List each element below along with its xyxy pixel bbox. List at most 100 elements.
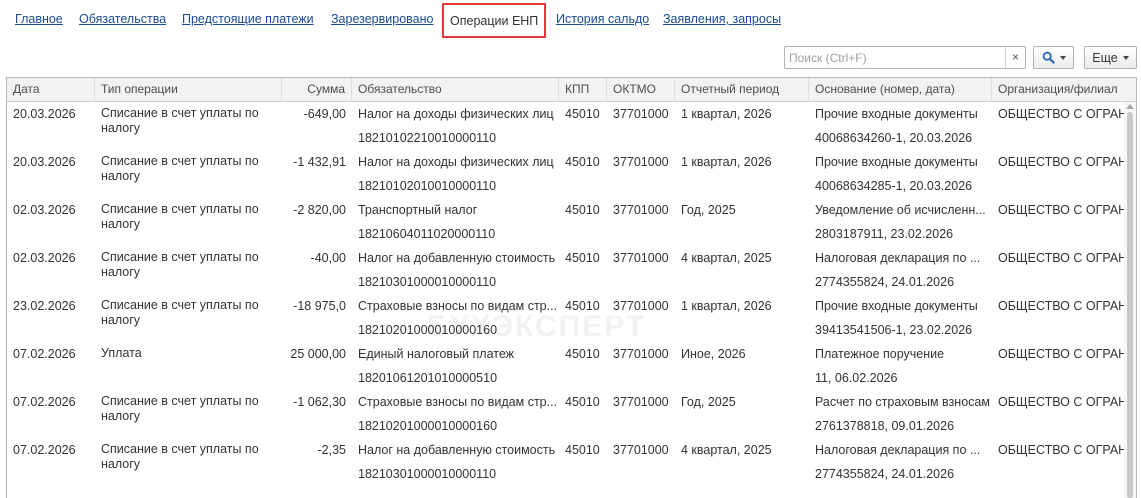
cell-operation-type-text: Уплата [101, 346, 142, 360]
cell-organization: ОБЩЕСТВО С ОГРАНИ [992, 102, 1125, 150]
cell-obligation-subtext: 18210102010010000110 [358, 179, 497, 193]
cell-organization: ОБЩЕСТВО С ОГРАНИ [992, 198, 1125, 246]
tab-reserved[interactable]: Зарезервировано [331, 12, 433, 26]
table-row[interactable]: 07.02.2026 Уплата 25 000,00 Единый налоговы… [7, 342, 1125, 390]
clear-search-button[interactable]: × [1005, 47, 1025, 68]
column-header-oktmo[interactable]: ОКТМО [607, 78, 675, 102]
cell-obligation-subtext: 18210201000010000160 [358, 323, 498, 337]
cell-date: 07.02.2026 [7, 390, 95, 438]
cell-operation-type-text: Списание в счет уплаты по налогу [101, 394, 259, 423]
cell-operation-type: Списание в счет уплаты по налогу [95, 438, 282, 486]
cell-obligation: Налог на доходы физических лиц 1821010221… [352, 102, 559, 150]
cell-kpp: 45010 [559, 294, 607, 342]
search-input[interactable] [785, 47, 1005, 68]
cell-sum-text: 25 000,00 [290, 347, 346, 361]
cell-sum-text: -2 820,00 [293, 203, 346, 217]
chevron-down-icon [1059, 55, 1066, 60]
cell-basis: Платежное поручение 11, 06.02.2026 [809, 342, 992, 390]
column-header-operation-type[interactable]: Тип операции [95, 78, 282, 102]
cell-obligation: Страховые взносы по видам стр... 18210201… [352, 294, 559, 342]
cell-basis-text: Прочие входные документы [815, 299, 978, 313]
tab-balance-history[interactable]: История сальдо [556, 12, 649, 26]
cell-obligation: Единый налоговый платеж 18201061201010000… [352, 342, 559, 390]
find-button[interactable] [1033, 46, 1074, 69]
tab-requests[interactable]: Заявления, запросы [663, 12, 781, 26]
cell-reporting-period-text: 1 квартал, 2026 [681, 155, 772, 169]
cell-sum-text: -649,00 [303, 107, 346, 121]
tab-obligations[interactable]: Обязательства [79, 12, 166, 26]
table-row[interactable]: 20.03.2026 Списание в счет уплаты по нало… [7, 102, 1125, 150]
tab-upcoming-payments[interactable]: Предстоящие платежи [182, 12, 314, 26]
cell-oktmo: 37701000 [607, 342, 675, 390]
cell-operation-type: Списание в счет уплаты по налогу [95, 102, 282, 150]
cell-oktmo: 37701000 [607, 390, 675, 438]
cell-date-text: 20.03.2026 [13, 155, 76, 169]
cell-obligation-subtext: 18210604011020000110 [358, 227, 496, 241]
cell-kpp-text: 45010 [565, 299, 600, 313]
cell-basis-text: Прочие входные документы [815, 107, 978, 121]
table-row[interactable]: 20.03.2026 Списание в счет уплаты по нало… [7, 150, 1125, 198]
cell-sum: -2 820,00 [282, 198, 352, 246]
cell-organization-text: ОБЩЕСТВО С ОГРАНИ [998, 299, 1125, 313]
cell-operation-type-text: Списание в счет уплаты по налогу [101, 202, 259, 231]
tab-main[interactable]: Главное [15, 12, 63, 26]
cell-basis-subtext: 2774355824, 24.01.2026 [815, 275, 955, 289]
tab-enp-operations[interactable]: Операции ЕНП [442, 3, 547, 38]
cell-reporting-period: 1 квартал, 2026 [675, 150, 809, 198]
cell-operation-type-text: Списание в счет уплаты по налогу [101, 250, 259, 279]
cell-operation-type-text: Списание в счет уплаты по налогу [101, 154, 259, 183]
cell-sum-text: -2,35 [317, 443, 347, 457]
scrollbar-thumb[interactable] [1127, 112, 1133, 498]
cell-obligation-subtext: 18210102210010000110 [358, 131, 497, 145]
cell-date: 07.02.2026 [7, 438, 95, 486]
cell-organization-text: ОБЩЕСТВО С ОГРАНИ [998, 443, 1125, 457]
table-row[interactable]: 07.02.2026 Списание в счет уплаты по нало… [7, 438, 1125, 486]
cell-basis-text: Платежное поручение [815, 347, 945, 361]
table-row[interactable]: 07.02.2026 Списание в счет уплаты по нало… [7, 390, 1125, 438]
more-button[interactable]: Еще [1084, 46, 1137, 69]
cell-date-text: 07.02.2026 [13, 395, 76, 409]
table-row[interactable]: 02.03.2026 Списание в счет уплаты по нало… [7, 198, 1125, 246]
table-row[interactable]: 02.03.2026 Списание в счет уплаты по нало… [7, 246, 1125, 294]
cell-basis: Прочие входные документы 39413541506-1, 2… [809, 294, 992, 342]
cell-basis: Налоговая декларация по ... 2774355824, 2… [809, 438, 992, 486]
cell-kpp-text: 45010 [565, 251, 600, 265]
cell-kpp: 45010 [559, 102, 607, 150]
cell-obligation-text: Транспортный налог [358, 203, 478, 217]
column-header-organization[interactable]: Организация/филиал [992, 78, 1136, 102]
cell-obligation: Страховые взносы по видам стр... 18210201… [352, 390, 559, 438]
cell-reporting-period: 4 квартал, 2025 [675, 438, 809, 486]
vertical-scrollbar[interactable] [1124, 102, 1136, 498]
cell-sum-text: -18 975,0 [293, 299, 346, 313]
column-header-basis[interactable]: Основание (номер, дата) [809, 78, 992, 102]
cell-kpp-text: 45010 [565, 347, 600, 361]
cell-basis-subtext: 2761378818, 09.01.2026 [815, 419, 955, 433]
column-header-reporting-period[interactable]: Отчетный период [675, 78, 809, 102]
cell-sum: 25 000,00 [282, 342, 352, 390]
cell-sum-text: -1 432,91 [293, 155, 346, 169]
column-header-date[interactable]: Дата [7, 78, 95, 102]
cell-kpp: 45010 [559, 198, 607, 246]
cell-date-text: 20.03.2026 [13, 107, 76, 121]
cell-reporting-period: Год, 2025 [675, 198, 809, 246]
toolbar: × Еще [0, 44, 1141, 72]
scroll-up-icon[interactable] [1126, 104, 1134, 109]
cell-oktmo-text: 37701000 [613, 203, 669, 217]
cell-reporting-period-text: 1 квартал, 2026 [681, 107, 772, 121]
cell-obligation-text: Единый налоговый платеж [358, 347, 515, 361]
cell-date-text: 23.02.2026 [13, 299, 76, 313]
column-header-kpp[interactable]: КПП [559, 78, 607, 102]
table-row[interactable]: 23.02.2026 Списание в счет уплаты по нало… [7, 294, 1125, 342]
cell-kpp-text: 45010 [565, 203, 600, 217]
cell-basis: Прочие входные документы 40068634285-1, 2… [809, 150, 992, 198]
cell-obligation-text: Налог на добавленную стоимость [358, 443, 556, 457]
cell-obligation-text: Налог на доходы физических лиц [358, 107, 554, 121]
cell-obligation-text: Налог на добавленную стоимость [358, 251, 556, 265]
cell-kpp: 45010 [559, 246, 607, 294]
column-header-obligation[interactable]: Обязательство [352, 78, 559, 102]
cell-oktmo-text: 37701000 [613, 251, 669, 265]
cell-basis: Прочие входные документы 40068634260-1, 2… [809, 102, 992, 150]
column-header-sum[interactable]: Сумма [282, 78, 352, 102]
cell-oktmo: 37701000 [607, 438, 675, 486]
cell-operation-type-text: Списание в счет уплаты по налогу [101, 106, 259, 135]
